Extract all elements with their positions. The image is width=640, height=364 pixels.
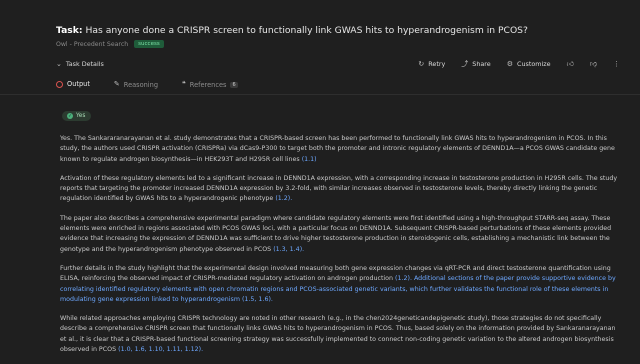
- answer-paragraph: The paper also describes a comprehensive…: [60, 214, 612, 253]
- tab-output-label: Output: [67, 80, 90, 88]
- tab-references[interactable]: ❝ References 6: [182, 80, 238, 95]
- citation-link[interactable]: (1.0, 1.6, 1.10, 1.11, 1.12).: [118, 346, 203, 353]
- task-toolbar: ⌄ Task Details ↻ Retry ⤴ Share ⚙ Customi…: [56, 56, 620, 72]
- answer-badge: ✓ Yes: [62, 111, 92, 121]
- reasoning-icon: ✎: [113, 80, 120, 88]
- thumbs-up-icon[interactable]: 👍︎: [567, 60, 574, 68]
- task-meta: Owl - Precedent Search success: [56, 40, 620, 48]
- task-title: Task: Has anyone done a CRISPR screen to…: [56, 24, 620, 38]
- task-details-label: Task Details: [65, 60, 104, 68]
- task-details-toggle[interactable]: ⌄ Task Details: [56, 60, 104, 68]
- chevron-down-icon: ⌄: [56, 59, 62, 68]
- answer-label: Yes: [76, 113, 86, 119]
- customize-button[interactable]: ⚙ Customize: [507, 60, 551, 68]
- tabs-divider: [0, 94, 640, 95]
- tab-output[interactable]: Output: [56, 80, 90, 95]
- tab-references-label: References: [189, 80, 227, 89]
- output-icon: [56, 80, 63, 88]
- more-icon[interactable]: ⋮: [613, 60, 620, 68]
- thumbs-down-icon[interactable]: 👎︎: [590, 60, 597, 68]
- status-badge: success: [134, 40, 164, 48]
- answer-paragraph: Further details in the study highlight t…: [60, 264, 616, 303]
- answer-content: Yes. The Sankararanarayanan et al. study…: [60, 134, 618, 364]
- answer-paragraph: While related approaches employing CRISP…: [60, 315, 616, 354]
- share-label: Share: [472, 60, 491, 68]
- retry-label: Retry: [428, 60, 446, 68]
- citation-link[interactable]: (1.1): [302, 156, 317, 163]
- retry-button[interactable]: ↻ Retry: [418, 60, 445, 68]
- customize-icon: ⚙: [506, 59, 514, 68]
- output-tabs: Output ✎ Reasoning ❝ References 6: [56, 80, 238, 95]
- check-icon: ✓: [67, 113, 73, 119]
- tab-reasoning[interactable]: ✎ Reasoning: [114, 80, 158, 95]
- tab-reasoning-label: Reasoning: [123, 80, 159, 89]
- references-icon: ❝: [182, 80, 186, 88]
- share-button[interactable]: ⤴ Share: [461, 60, 490, 68]
- customize-label: Customize: [517, 60, 551, 68]
- references-count: 6: [230, 81, 238, 88]
- task-question: Has anyone done a CRISPR screen to funct…: [85, 25, 528, 36]
- answer-paragraph: Activation of these regulatory elements …: [60, 174, 618, 203]
- share-icon: ⤴: [461, 59, 469, 68]
- citation-link[interactable]: (1.3, 1.4).: [273, 246, 304, 253]
- task-source: Owl - Precedent Search: [56, 40, 129, 48]
- answer-paragraph: Yes. The Sankararanarayanan et al. study…: [60, 135, 615, 163]
- refresh-icon: ↻: [418, 59, 425, 68]
- task-header: Task: Has anyone done a CRISPR screen to…: [56, 24, 620, 48]
- task-prefix: Task:: [56, 25, 83, 36]
- citation-link[interactable]: (1.2).: [275, 195, 292, 202]
